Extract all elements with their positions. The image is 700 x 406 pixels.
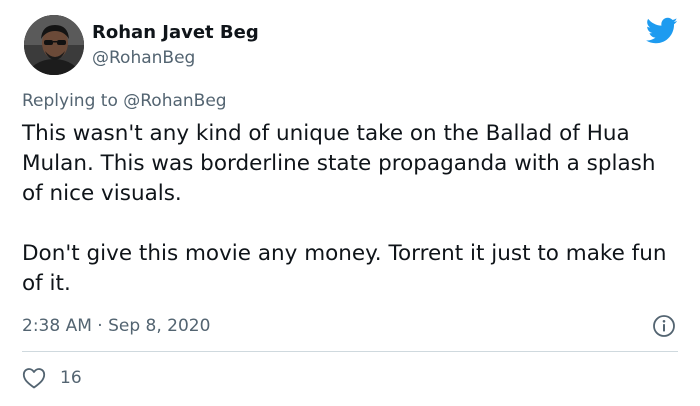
tweet-timestamp[interactable]: 2:38 AM · Sep 8, 2020 bbox=[22, 316, 210, 336]
author-name[interactable]: Rohan Javet Beg bbox=[92, 22, 259, 43]
twitter-bird-icon[interactable] bbox=[645, 17, 678, 45]
info-icon[interactable] bbox=[652, 314, 676, 338]
avatar[interactable] bbox=[24, 15, 84, 75]
replying-to-line: Replying to @RohanBeg bbox=[22, 91, 227, 111]
replying-prefix: Replying to bbox=[22, 91, 118, 111]
author-handle[interactable]: @RohanBeg bbox=[92, 48, 195, 68]
like-button[interactable]: 16 bbox=[22, 367, 82, 389]
like-count: 16 bbox=[60, 368, 82, 388]
reply-mention-link[interactable]: @RohanBeg bbox=[123, 91, 226, 111]
tweet-text: This wasn't any kind of unique take on t… bbox=[22, 119, 682, 299]
divider bbox=[22, 351, 678, 352]
tweet-paragraph-2: Don't give this movie any money. Torrent… bbox=[22, 241, 667, 296]
heart-icon bbox=[22, 368, 46, 389]
tweet-paragraph-1: This wasn't any kind of unique take on t… bbox=[22, 121, 656, 206]
tweet-card: Rohan Javet Beg @RohanBeg Replying to @R… bbox=[0, 0, 700, 406]
